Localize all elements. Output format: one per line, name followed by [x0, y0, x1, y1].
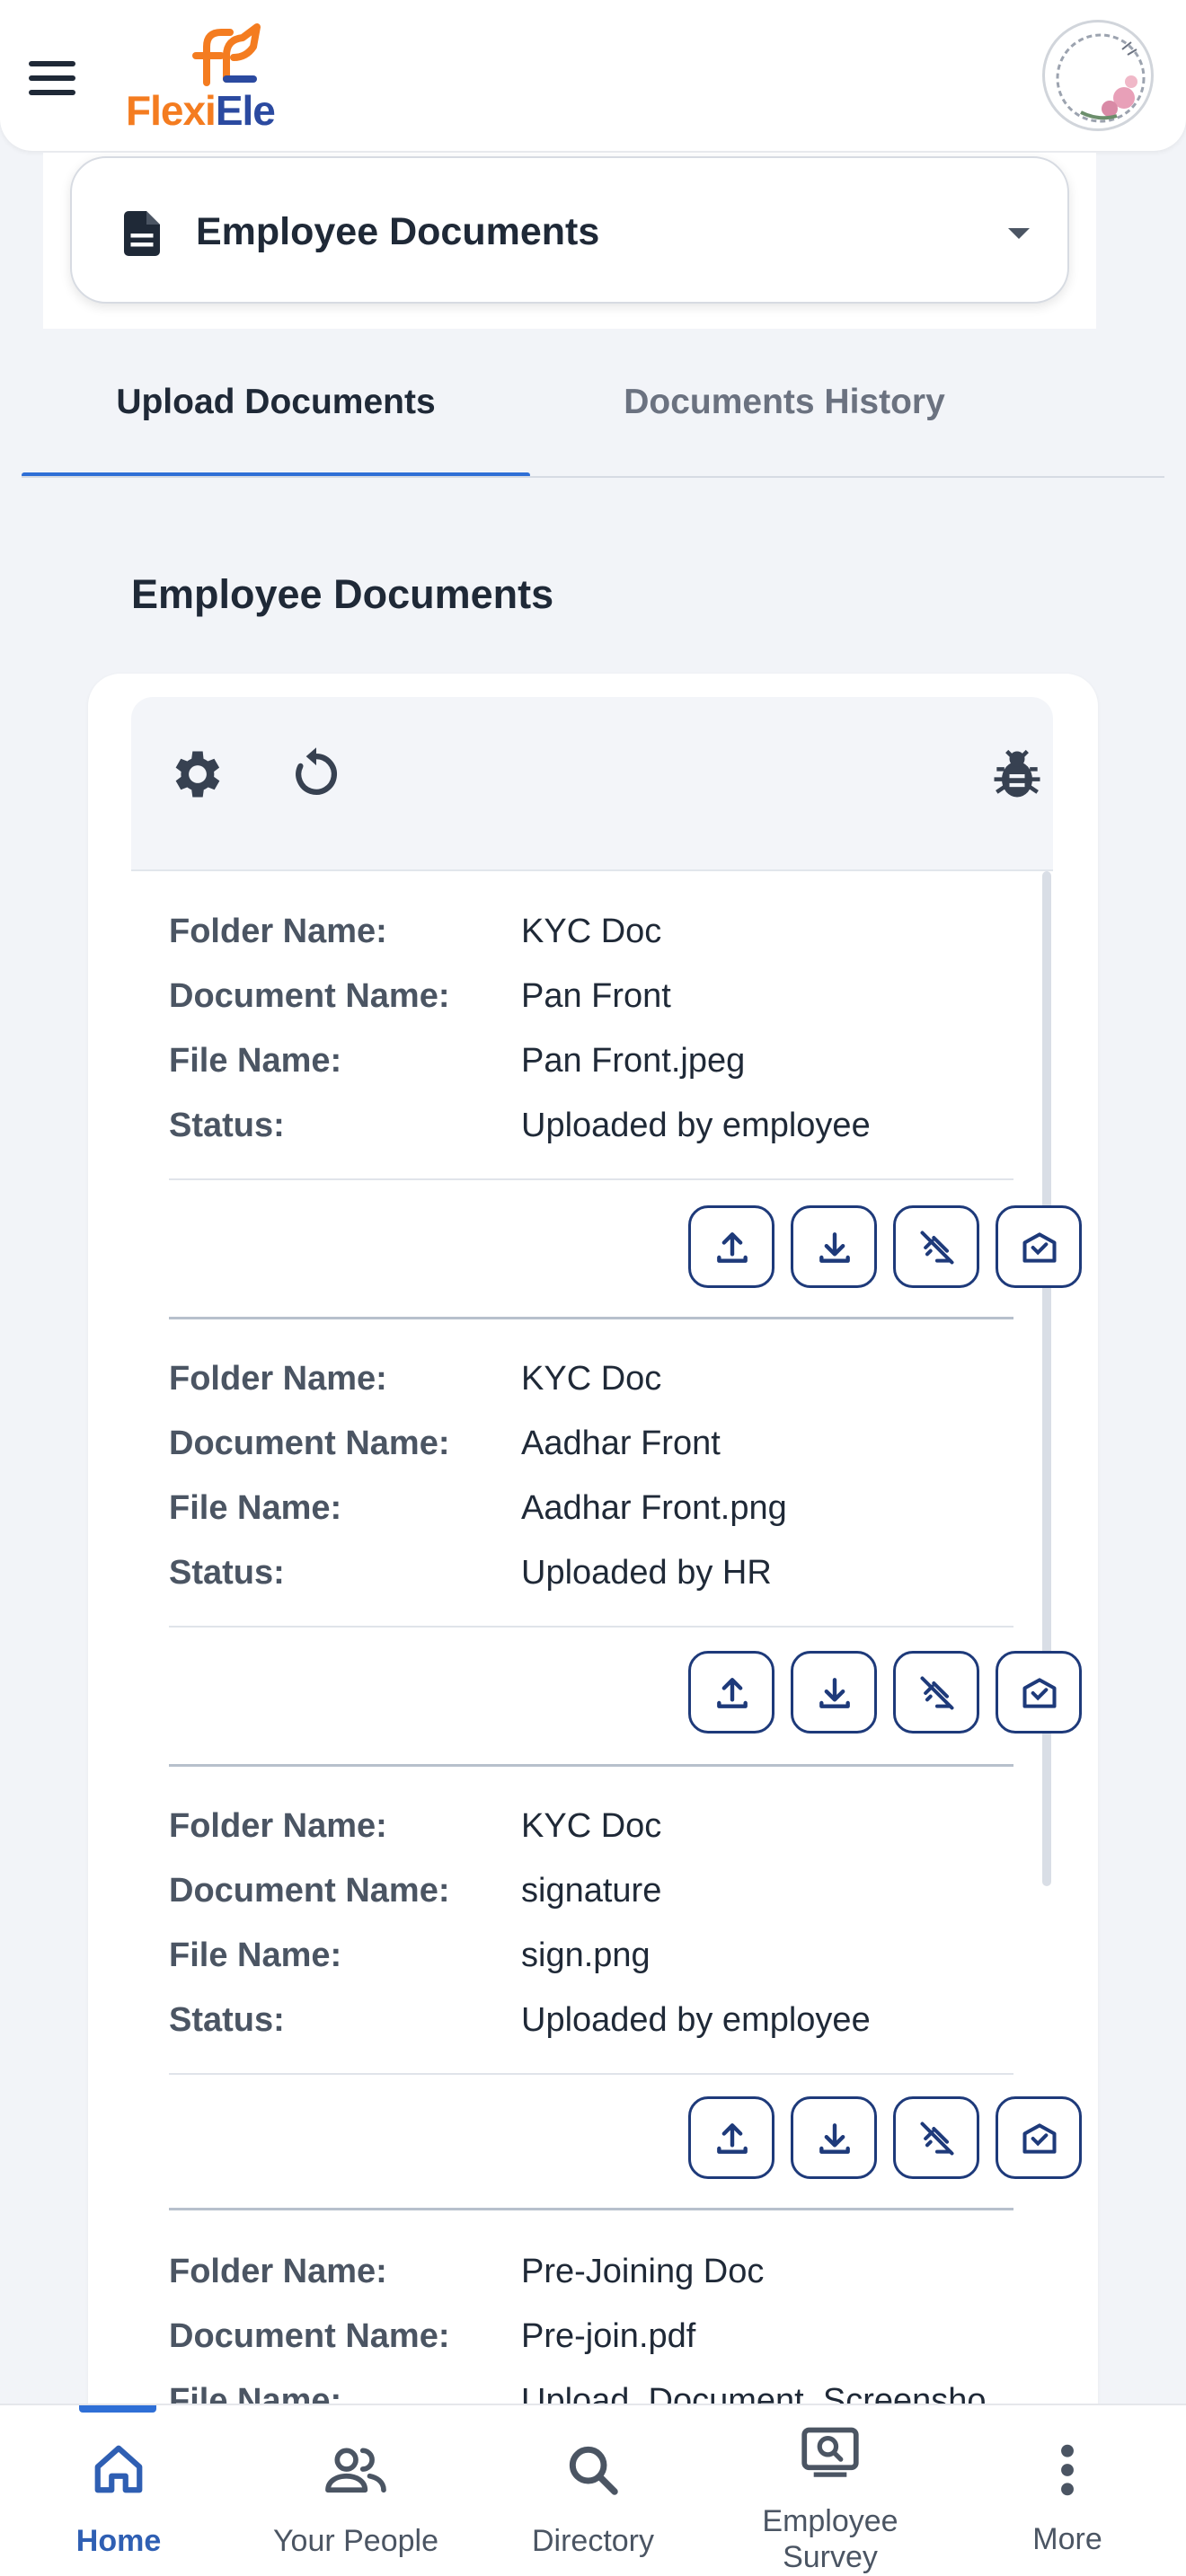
avatar[interactable] [1042, 20, 1154, 131]
field-label: Document Name: [169, 977, 450, 1015]
refresh-icon[interactable] [286, 744, 347, 805]
verify-read-button[interactable] [996, 2096, 1082, 2179]
app-logo: FlexiEle [126, 20, 305, 137]
field-value: KYC Doc [521, 1360, 662, 1398]
tabs-divider [22, 476, 1164, 478]
field-label: Folder Name: [169, 2253, 387, 2290]
nav-label: Your People [272, 2524, 438, 2558]
tab-bar: Upload Documents Documents History [22, 359, 1164, 478]
field-value: Uploaded by employee [521, 1107, 871, 1144]
field-value: Pre-Joining Doc [521, 2253, 765, 2290]
section-title: Employee Documents [131, 571, 554, 617]
field-value: Pan Front [521, 977, 671, 1015]
download-button[interactable] [791, 1651, 877, 1734]
field-value: Pan Front.jpeg [521, 1042, 746, 1080]
field-label: Document Name: [169, 1425, 450, 1462]
document-icon [124, 211, 160, 256]
hide-visibility-button[interactable] [893, 1205, 979, 1288]
field-label: Document Name: [169, 1872, 450, 1910]
field-label: Document Name: [169, 2317, 450, 2355]
survey-icon [801, 2427, 859, 2477]
tab-label: Upload Documents [116, 383, 436, 421]
nav-label: More [1032, 2522, 1102, 2556]
documents-card: Folder Name: KYC Doc Document Name: Pan Fr… [88, 674, 1098, 2576]
field-label: Folder Name: [169, 1807, 387, 1845]
upload-button[interactable] [688, 2096, 774, 2179]
nav-label: Directory [531, 2524, 655, 2558]
nav-more[interactable]: More [949, 2405, 1186, 2576]
search-icon [569, 2446, 618, 2495]
hide-visibility-button[interactable] [893, 1651, 979, 1734]
hamburger-menu-icon[interactable] [25, 54, 83, 101]
nav-home[interactable]: Home [0, 2405, 237, 2576]
field-value: Pre-join.pdf [521, 2317, 696, 2355]
chevron-down-icon [1008, 228, 1030, 239]
divider [169, 2073, 1013, 2075]
verify-read-button[interactable] [996, 1205, 1082, 1288]
dropdown-selected-value: Employee Documents [196, 210, 600, 253]
field-value: sign.png [521, 1936, 651, 1974]
item-separator [169, 1764, 1013, 1767]
divider [169, 1626, 1013, 1628]
tab-upload-documents[interactable]: Upload Documents [22, 359, 530, 478]
field-value: KYC Doc [521, 913, 662, 950]
app-header: FlexiEle [0, 0, 1186, 151]
bug-report-icon[interactable] [987, 744, 1048, 805]
upload-button[interactable] [688, 1205, 774, 1288]
nav-label: Survey [783, 2540, 878, 2574]
nav-label: Employee [762, 2504, 898, 2538]
verify-read-button[interactable] [996, 1651, 1082, 1734]
selector-container: Employee Documents [43, 153, 1096, 329]
field-label: File Name: [169, 1489, 342, 1527]
home-icon [94, 2445, 143, 2493]
field-label: Status: [169, 2001, 285, 2039]
field-label: Status: [169, 1107, 285, 1144]
settings-gear-icon[interactable] [167, 744, 228, 805]
field-value: Aadhar Front.png [521, 1489, 787, 1527]
field-label: File Name: [169, 1042, 342, 1080]
download-button[interactable] [791, 2096, 877, 2179]
field-label: File Name: [169, 1936, 342, 1974]
field-label: Status: [169, 1554, 285, 1592]
bottom-navigation: Home Your People Directory Employee Surv… [0, 2404, 1186, 2576]
card-toolbar [131, 697, 1053, 871]
more-vertical-icon [1061, 2444, 1074, 2496]
logo-text: FlexiEle [126, 87, 276, 134]
hide-visibility-button[interactable] [893, 2096, 979, 2179]
field-label: Folder Name: [169, 1360, 387, 1398]
download-button[interactable] [791, 1205, 877, 1288]
field-value: Uploaded by HR [521, 1554, 772, 1592]
tab-label: Documents History [624, 383, 945, 421]
nav-directory[interactable]: Directory [474, 2405, 712, 2576]
upload-button[interactable] [688, 1651, 774, 1734]
field-value: Uploaded by employee [521, 2001, 871, 2039]
document-category-dropdown[interactable]: Employee Documents [70, 156, 1069, 304]
field-value: KYC Doc [521, 1807, 662, 1845]
nav-your-people[interactable]: Your People [237, 2405, 474, 2576]
nav-employee-survey[interactable]: Employee Survey [712, 2405, 949, 2576]
field-label: Folder Name: [169, 913, 387, 950]
field-value: Aadhar Front [521, 1425, 721, 1462]
tab-documents-history[interactable]: Documents History [530, 359, 1039, 478]
item-separator [169, 2208, 1013, 2210]
item-separator [169, 1317, 1013, 1319]
people-icon [325, 2448, 386, 2493]
field-value: signature [521, 1872, 662, 1910]
divider [169, 1178, 1013, 1180]
nav-label: Home [75, 2524, 162, 2558]
scrollbar[interactable] [1042, 871, 1051, 1886]
